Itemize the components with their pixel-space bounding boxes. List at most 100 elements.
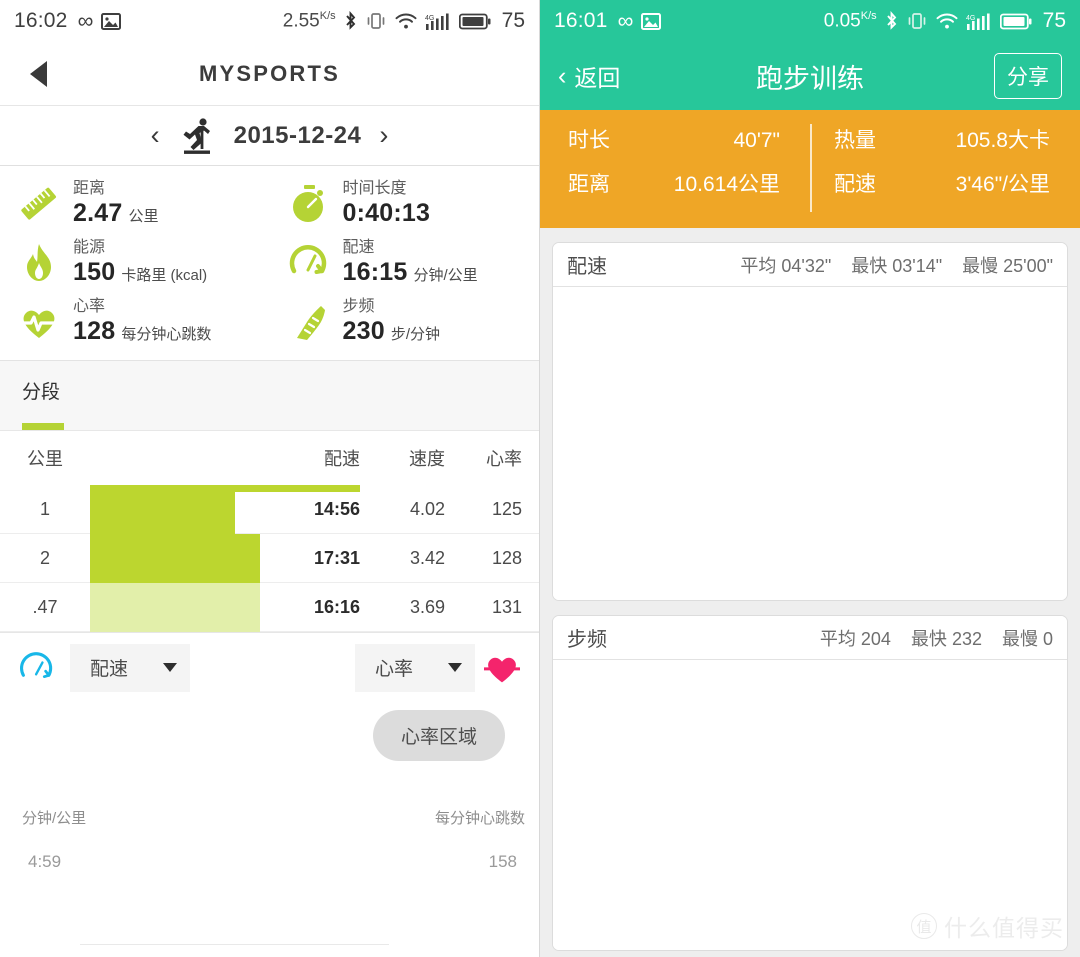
pace-fastest: 最快 03'14" — [851, 255, 943, 276]
heart-pulse-pink-icon — [481, 647, 523, 689]
chevron-down-icon — [163, 663, 177, 672]
status-time: 16:01 — [554, 9, 608, 32]
pace-chart-area — [553, 287, 1067, 600]
stat-unit: 步/分钟 — [390, 326, 440, 343]
cell-bar — [90, 582, 265, 632]
treadmill-runner-icon — [178, 116, 216, 156]
cadence-slowest: 最慢 0 — [1001, 628, 1053, 649]
summary-label: 距离 — [568, 173, 610, 196]
stat-value: 2.47 — [73, 199, 123, 227]
watermark-logo-icon: 值 — [911, 913, 937, 939]
pace-chart-card: 配速 平均 04'32" 最快 03'14" 最慢 25'00" — [552, 242, 1068, 601]
flame-icon — [16, 240, 62, 286]
signal-4g-icon: 4G — [425, 12, 451, 31]
summary-value: 105.8大卡 — [955, 129, 1050, 152]
stats-grid: 距离 2.47 公里 时间长度 0:40:13 能源 150 卡路里 (kcal… — [0, 166, 539, 361]
table-row[interactable]: .47 16:16 3.69 131 — [0, 582, 539, 632]
image-icon — [101, 12, 122, 30]
stat-heartrate: 心率 128 每分钟心跳数 — [0, 297, 270, 346]
chevron-left-icon: ‹ — [558, 61, 567, 90]
hr-metric-label: 心率 — [375, 659, 414, 680]
summary-label: 热量 — [834, 129, 876, 152]
stat-value: 16:15 — [342, 258, 408, 286]
right-axis-label: 每分钟心跳数 — [434, 810, 525, 827]
stat-label: 心率 — [73, 298, 106, 315]
stat-duration: 时间长度 0:40:13 — [270, 179, 540, 228]
left-axis-label: 分钟/公里 — [22, 810, 87, 827]
chart-axis-labels: 分钟/公里 每分钟心跳数 — [0, 761, 539, 828]
status-time: 16:02 — [14, 9, 68, 32]
bluetooth-icon — [885, 10, 898, 31]
segments-table: 公里 配速 速度 心率 1 14:56 4.02 125 2 17:31 3.4… — [0, 431, 539, 632]
segments-tab[interactable]: 分段 — [0, 361, 539, 431]
current-date: 2015-12-24 — [233, 121, 362, 149]
cadence-avg: 平均 204 — [819, 628, 891, 649]
battery-icon — [999, 13, 1032, 30]
stat-label: 能源 — [73, 239, 106, 256]
cell-speed: 3.69 — [409, 596, 445, 617]
segment-bar — [90, 582, 260, 632]
next-day-button[interactable]: › — [379, 122, 388, 149]
hr-zone-row: 心率区域 — [0, 702, 539, 761]
pace-card-header: 配速 平均 04'32" 最快 03'14" 最慢 25'00" — [553, 243, 1067, 287]
summary-pace: 配速 3'46"/公里 — [810, 168, 1080, 212]
data-rate: 2.55K/s — [282, 9, 336, 32]
stat-cadence: 步频 230 步/分钟 — [270, 297, 540, 346]
cell-pace: 16:16 — [313, 596, 360, 617]
cell-km: .47 — [32, 596, 58, 617]
pace-card-title: 配速 — [567, 256, 607, 278]
cadence-fastest: 最快 232 — [910, 628, 982, 649]
pace-metric-dropdown[interactable]: 配速 — [70, 643, 190, 692]
cadence-chart-area — [553, 660, 1067, 950]
table-row[interactable]: 2 17:31 3.42 128 — [0, 533, 539, 583]
image-icon — [641, 12, 662, 30]
cell-hr: 128 — [491, 547, 522, 568]
summary-value: 10.614公里 — [673, 173, 780, 196]
battery-icon — [458, 13, 491, 30]
chevron-down-icon — [448, 663, 462, 672]
back-arrow-icon[interactable] — [30, 60, 47, 87]
watermark-text: 什么值得买 — [944, 915, 1064, 941]
summary-duration: 时长 40'7" — [540, 124, 810, 168]
hr-metric-dropdown[interactable]: 心率 — [355, 643, 475, 692]
stat-label: 步频 — [342, 298, 375, 315]
table-row[interactable]: 1 14:56 4.02 125 — [0, 484, 539, 534]
summary-distance: 距离 10.614公里 — [540, 168, 810, 212]
back-button[interactable]: ‹ 返回 — [558, 59, 620, 93]
column-header-pace: 配速 — [324, 449, 360, 469]
signal-4g-icon: 4G — [966, 12, 992, 31]
cell-km: 2 — [39, 547, 50, 568]
hr-zone-button[interactable]: 心率区域 — [372, 710, 505, 761]
pace-metric-label: 配速 — [90, 659, 129, 680]
stat-unit: 卡路里 (kcal) — [121, 267, 208, 284]
cell-pace: 17:31 — [313, 547, 360, 568]
active-tab-underline — [22, 423, 64, 430]
summary-calories: 热量 105.8大卡 — [810, 124, 1080, 168]
left-axis-tick: 4:59 — [28, 852, 62, 871]
summary-label: 配速 — [834, 173, 876, 196]
summary-label: 时长 — [568, 129, 610, 152]
stat-unit: 分钟/公里 — [413, 267, 478, 284]
summary-value: 40'7" — [733, 129, 780, 152]
page-title: MYSPORTS — [198, 60, 341, 86]
stat-label: 配速 — [342, 239, 375, 256]
cell-bar — [90, 533, 265, 583]
column-header-hr: 心率 — [486, 449, 522, 469]
vibrate-icon — [365, 12, 387, 30]
dual-screenshot: 16:02 ∞ 2.55K/s 4G 75 MYSPORTS ‹ 2015-12… — [0, 0, 1080, 957]
share-button[interactable]: 分享 — [994, 53, 1062, 99]
summary-value: 3'46"/公里 — [955, 173, 1050, 196]
stat-value: 0:40:13 — [342, 199, 431, 227]
status-bar-right: 16:01 ∞ 0.05K/s 4G 75 — [540, 0, 1080, 42]
cell-speed: 3.42 — [409, 547, 445, 568]
stat-label: 距离 — [73, 180, 106, 197]
left-phone-screen: 16:02 ∞ 2.55K/s 4G 75 MYSPORTS ‹ 2015-12… — [0, 0, 540, 957]
svg-text:4G: 4G — [425, 15, 434, 22]
column-header-speed: 速度 — [409, 449, 445, 469]
prev-day-button[interactable]: ‹ — [151, 122, 160, 149]
vibrate-icon — [906, 12, 928, 30]
watermark: 值 什么值得买 — [911, 909, 1064, 943]
wifi-icon — [395, 13, 417, 30]
battery-level: 75 — [1042, 9, 1066, 32]
ruler-icon — [16, 181, 62, 227]
